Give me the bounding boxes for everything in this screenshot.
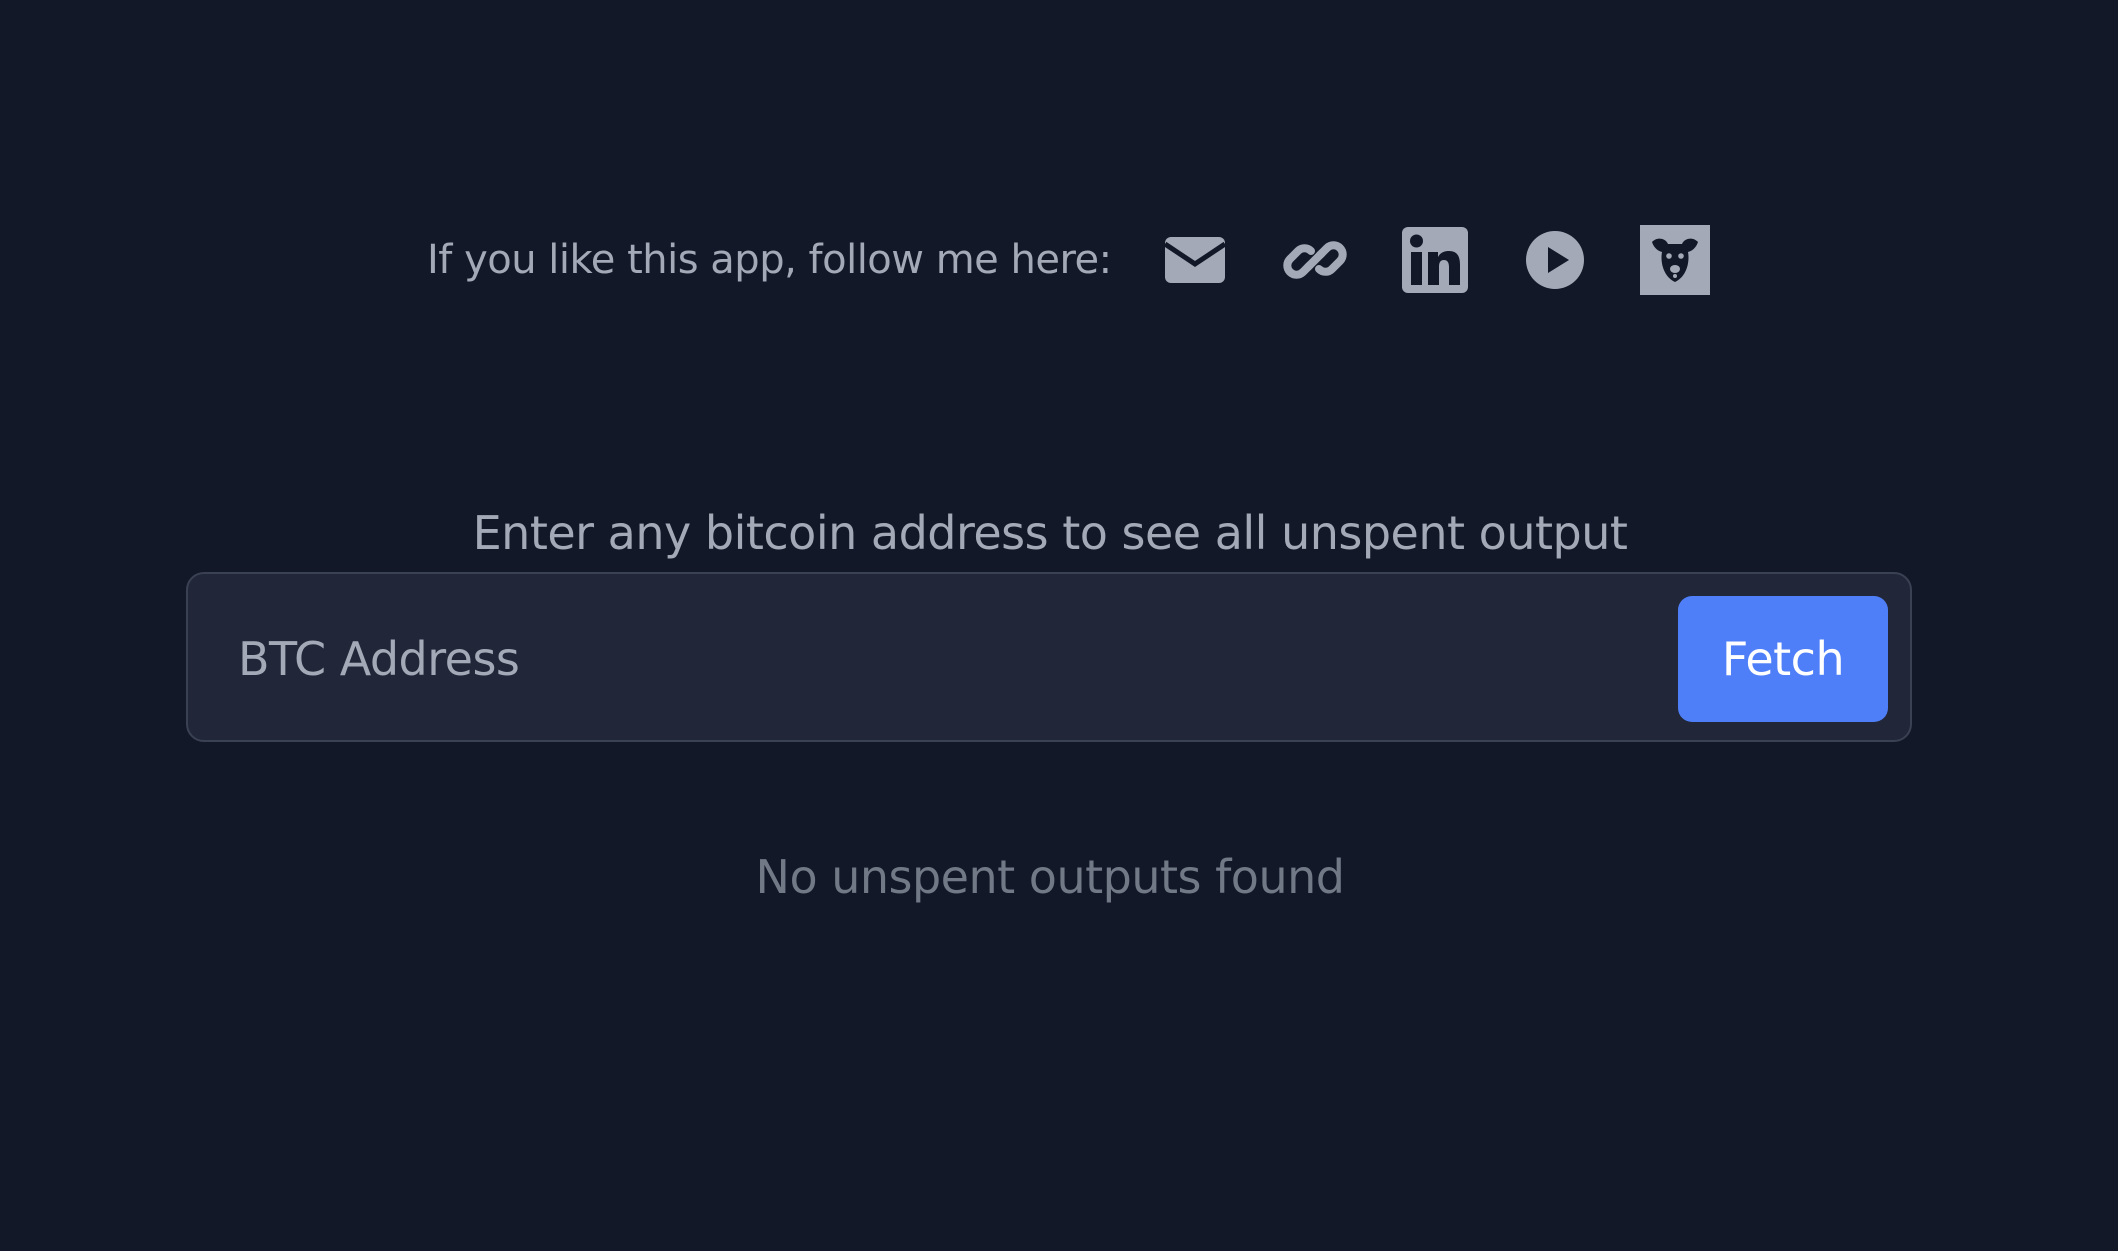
follow-text: If you like this app, follow me here: xyxy=(427,237,1112,283)
empty-results-message: No unspent outputs found xyxy=(755,850,1345,904)
social-follow-bar: If you like this app, follow me here: xyxy=(427,222,1710,298)
dog-mascot-icon[interactable] xyxy=(1639,225,1710,295)
page: If you like this app, follow me here: En… xyxy=(0,0,2118,1251)
linkedin-icon[interactable] xyxy=(1400,225,1470,295)
btc-address-input[interactable] xyxy=(238,614,1838,704)
youtube-play-icon[interactable] xyxy=(1520,225,1590,295)
instruction-text: Enter any bitcoin address to see all uns… xyxy=(472,506,1628,560)
address-search-box: Fetch xyxy=(186,572,1912,742)
fetch-button[interactable]: Fetch xyxy=(1678,596,1888,722)
link-icon[interactable] xyxy=(1280,225,1350,295)
envelope-icon[interactable] xyxy=(1160,225,1230,295)
